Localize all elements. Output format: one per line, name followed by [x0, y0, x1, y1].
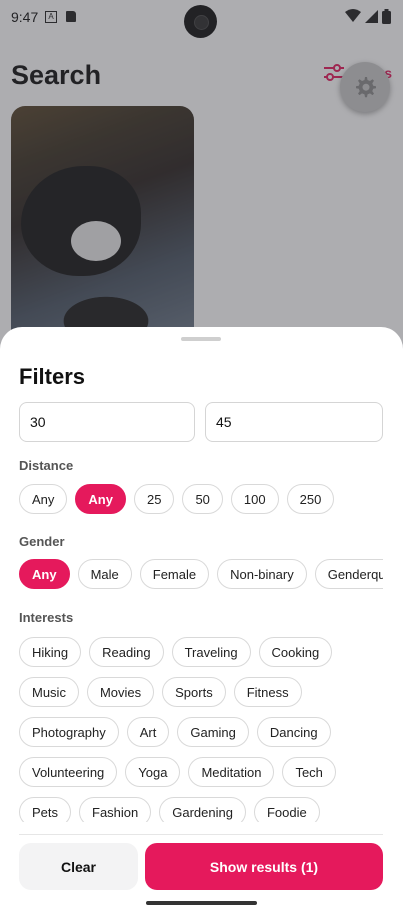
interest-chip[interactable]: Hiking [19, 637, 82, 667]
age-min-input[interactable] [19, 402, 195, 442]
distance-chip[interactable]: 50 [182, 484, 223, 514]
divider [19, 834, 383, 835]
interests-list[interactable]: Hiking Reading Traveling Cooking Music Movies… [19, 637, 389, 822]
sheet-title: Filters [19, 364, 86, 389]
interest-chip[interactable]: Photography [19, 717, 119, 747]
filters-bottom-sheet: Filters Distance AnyAny2550100250 Gender… [0, 327, 403, 913]
gender-label: Gender [19, 534, 65, 549]
interest-row: Photography Art Gaming Dancing [19, 717, 389, 747]
interest-chip[interactable]: Fashion [79, 797, 152, 822]
distance-chip[interactable]: Any [19, 484, 68, 514]
interest-chip[interactable]: Gardening [159, 797, 246, 822]
interests-label: Interests [19, 610, 74, 625]
distance-label: Distance [19, 458, 74, 473]
interest-chip[interactable]: Sports [162, 677, 226, 707]
interest-chip[interactable]: Reading [89, 637, 164, 667]
distance-chip[interactable]: 250 [286, 484, 335, 514]
distance-chips: Any Any 25 50 100 250 [19, 484, 335, 514]
age-max-input[interactable] [205, 402, 383, 442]
gender-chip[interactable]: Non-binary [217, 559, 307, 589]
interest-row: Pets Fashion Gardening Foodie [19, 797, 389, 822]
interest-chip[interactable]: Foodie [253, 797, 320, 822]
interest-chip[interactable]: Movies [86, 677, 155, 707]
distance-chip[interactable]: Any [75, 484, 126, 514]
interest-chip[interactable]: Yoga [125, 757, 181, 787]
interest-chip[interactable]: Dancing [256, 717, 331, 747]
gesture-nav-bar[interactable] [146, 901, 257, 905]
interest-chip[interactable]: Tech [282, 757, 336, 787]
interest-chip[interactable]: Meditation [188, 757, 275, 787]
gender-chip[interactable]: Female [139, 559, 210, 589]
distance-chip[interactable]: 100 [230, 484, 279, 514]
interest-row: Music Movies Sports Fitness [19, 677, 389, 707]
interest-chip[interactable]: Gaming [177, 717, 249, 747]
gender-chip[interactable]: Male [77, 559, 132, 589]
gender-chips: Any Male Female Non-binary Genderqu [19, 559, 383, 589]
show-results-button[interactable]: Show results (1) [145, 843, 383, 890]
interest-row: Hiking Reading Traveling Cooking [19, 637, 389, 667]
gender-chip[interactable]: Genderqu [314, 559, 383, 589]
interest-chip[interactable]: Fitness [233, 677, 302, 707]
clear-button[interactable]: Clear [19, 843, 138, 890]
interest-row: Volunteering Yoga Meditation Tech [19, 757, 389, 787]
interest-chip[interactable]: Art [126, 717, 170, 747]
gender-chip[interactable]: Any [19, 559, 70, 589]
gender-scroller[interactable]: Any Male Female Non-binary Genderqu [19, 559, 383, 593]
interest-chip[interactable]: Music [19, 677, 79, 707]
interest-chip[interactable]: Pets [19, 797, 72, 822]
interest-chip[interactable]: Traveling [171, 637, 251, 667]
interest-chip[interactable]: Cooking [258, 637, 333, 667]
distance-chip[interactable]: 25 [133, 484, 175, 514]
drag-handle[interactable] [181, 337, 221, 341]
interest-chip[interactable]: Volunteering [19, 757, 118, 787]
